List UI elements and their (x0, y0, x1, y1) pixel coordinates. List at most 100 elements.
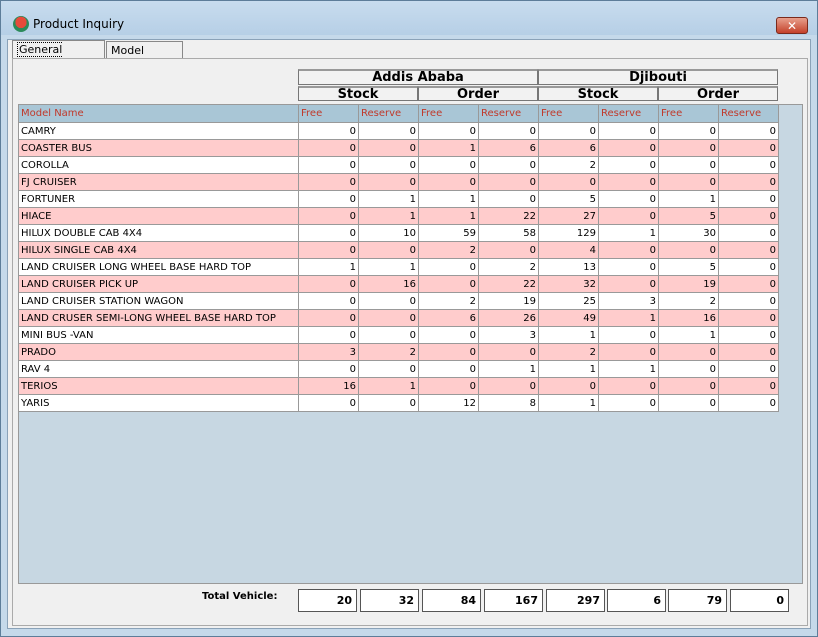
table-row[interactable]: HIACE 0 1 1 22 27 0 5 0 (18, 207, 779, 225)
quantity-cell[interactable]: 0 (298, 122, 359, 140)
quantity-cell[interactable]: 0 (658, 173, 719, 191)
quantity-cell[interactable]: 0 (538, 377, 599, 395)
quantity-cell[interactable]: 0 (658, 241, 719, 259)
quantity-cell[interactable]: 6 (478, 139, 539, 157)
quantity-cell[interactable]: 0 (718, 224, 779, 242)
quantity-cell[interactable]: 30 (658, 224, 719, 242)
quantity-cell[interactable]: 0 (358, 241, 419, 259)
quantity-cell[interactable]: 3 (478, 326, 539, 344)
quantity-cell[interactable]: 0 (658, 360, 719, 378)
close-button[interactable]: ✕ (776, 17, 808, 34)
quantity-cell[interactable]: 0 (598, 156, 659, 174)
quantity-cell[interactable]: 1 (658, 190, 719, 208)
quantity-cell[interactable]: 0 (658, 394, 719, 412)
quantity-cell[interactable]: 1 (658, 326, 719, 344)
model-name-cell[interactable]: LAND CRUISER PICK UP (18, 275, 299, 293)
model-name-cell[interactable]: COROLLA (18, 156, 299, 174)
model-name-cell[interactable]: HIACE (18, 207, 299, 225)
quantity-cell[interactable]: 0 (298, 394, 359, 412)
quantity-cell[interactable]: 0 (718, 190, 779, 208)
tab-model-enquiry[interactable]: Model Enquiry (106, 41, 183, 74)
quantity-cell[interactable]: 0 (598, 207, 659, 225)
quantity-cell[interactable]: 0 (598, 173, 659, 191)
table-row[interactable]: CAMRY 0 0 0 0 0 0 0 0 (18, 122, 779, 140)
column-header[interactable]: Free (298, 104, 359, 123)
quantity-cell[interactable]: 2 (418, 292, 479, 310)
column-header[interactable]: Reserve (478, 104, 539, 123)
quantity-cell[interactable]: 1 (358, 190, 419, 208)
quantity-cell[interactable]: 0 (718, 394, 779, 412)
column-header[interactable]: Reserve (358, 104, 419, 123)
quantity-cell[interactable]: 0 (298, 173, 359, 191)
quantity-cell[interactable]: 6 (538, 139, 599, 157)
quantity-cell[interactable]: 1 (358, 377, 419, 395)
model-name-cell[interactable]: RAV 4 (18, 360, 299, 378)
quantity-cell[interactable]: 0 (298, 292, 359, 310)
quantity-cell[interactable]: 0 (358, 394, 419, 412)
quantity-cell[interactable]: 0 (298, 360, 359, 378)
quantity-cell[interactable]: 19 (478, 292, 539, 310)
model-name-cell[interactable]: HILUX SINGLE CAB 4X4 (18, 241, 299, 259)
title-bar[interactable]: Product Inquiry ✕ (1, 1, 817, 35)
quantity-cell[interactable]: 2 (418, 241, 479, 259)
quantity-cell[interactable]: 26 (478, 309, 539, 327)
quantity-cell[interactable]: 0 (418, 377, 479, 395)
quantity-cell[interactable]: 0 (298, 309, 359, 327)
table-row[interactable]: YARIS 0 0 12 8 1 0 0 0 (18, 394, 779, 412)
quantity-cell[interactable]: 0 (598, 241, 659, 259)
table-row[interactable]: FORTUNER 0 1 1 0 5 0 1 0 (18, 190, 779, 208)
quantity-cell[interactable]: 0 (358, 292, 419, 310)
quantity-cell[interactable]: 0 (418, 156, 479, 174)
quantity-cell[interactable]: 0 (418, 275, 479, 293)
table-row[interactable]: COASTER BUS 0 0 1 6 6 0 0 0 (18, 139, 779, 157)
column-header[interactable]: Free (658, 104, 719, 123)
quantity-cell[interactable]: 0 (718, 258, 779, 276)
quantity-cell[interactable]: 0 (598, 139, 659, 157)
quantity-cell[interactable]: 0 (298, 156, 359, 174)
quantity-cell[interactable]: 13 (538, 258, 599, 276)
quantity-cell[interactable]: 1 (418, 139, 479, 157)
quantity-cell[interactable]: 129 (538, 224, 599, 242)
table-row[interactable]: COROLLA 0 0 0 0 2 0 0 0 (18, 156, 779, 174)
quantity-cell[interactable]: 8 (478, 394, 539, 412)
quantity-cell[interactable]: 0 (718, 309, 779, 327)
quantity-cell[interactable]: 0 (598, 326, 659, 344)
model-name-cell[interactable]: PRADO (18, 343, 299, 361)
quantity-cell[interactable]: 2 (538, 156, 599, 174)
quantity-cell[interactable]: 0 (418, 122, 479, 140)
quantity-cell[interactable]: 0 (538, 122, 599, 140)
quantity-cell[interactable]: 0 (718, 292, 779, 310)
quantity-cell[interactable]: 0 (358, 139, 419, 157)
tab-general-enquiry[interactable]: General Enquiry (12, 40, 105, 74)
quantity-cell[interactable]: 1 (538, 394, 599, 412)
quantity-cell[interactable]: 0 (358, 360, 419, 378)
quantity-cell[interactable]: 0 (538, 173, 599, 191)
quantity-cell[interactable]: 0 (478, 377, 539, 395)
quantity-cell[interactable]: 0 (358, 156, 419, 174)
quantity-cell[interactable]: 0 (718, 241, 779, 259)
quantity-cell[interactable]: 1 (598, 224, 659, 242)
quantity-cell[interactable]: 0 (718, 139, 779, 157)
quantity-cell[interactable]: 4 (538, 241, 599, 259)
model-name-cell[interactable]: CAMRY (18, 122, 299, 140)
model-name-cell[interactable]: COASTER BUS (18, 139, 299, 157)
quantity-cell[interactable]: 1 (298, 258, 359, 276)
table-row[interactable]: RAV 400011100 (18, 360, 779, 378)
quantity-cell[interactable]: 0 (658, 122, 719, 140)
table-row[interactable]: HILUX SINGLE CAB 4X4 0 0 2 0 4 0 0 0 (18, 241, 779, 259)
quantity-cell[interactable]: 0 (658, 139, 719, 157)
quantity-cell[interactable]: 0 (718, 343, 779, 361)
model-name-cell[interactable]: TERIOS (18, 377, 299, 395)
model-name-cell[interactable]: HILUX DOUBLE CAB 4X4 (18, 224, 299, 242)
quantity-cell[interactable]: 0 (718, 156, 779, 174)
quantity-cell[interactable]: 0 (598, 258, 659, 276)
quantity-cell[interactable]: 0 (478, 173, 539, 191)
quantity-cell[interactable]: 0 (478, 343, 539, 361)
quantity-cell[interactable]: 27 (538, 207, 599, 225)
column-header[interactable]: Reserve (598, 104, 659, 123)
quantity-cell[interactable]: 6 (418, 309, 479, 327)
quantity-cell[interactable]: 10 (358, 224, 419, 242)
quantity-cell[interactable]: 2 (478, 258, 539, 276)
quantity-cell[interactable]: 0 (478, 241, 539, 259)
quantity-cell[interactable]: 32 (538, 275, 599, 293)
